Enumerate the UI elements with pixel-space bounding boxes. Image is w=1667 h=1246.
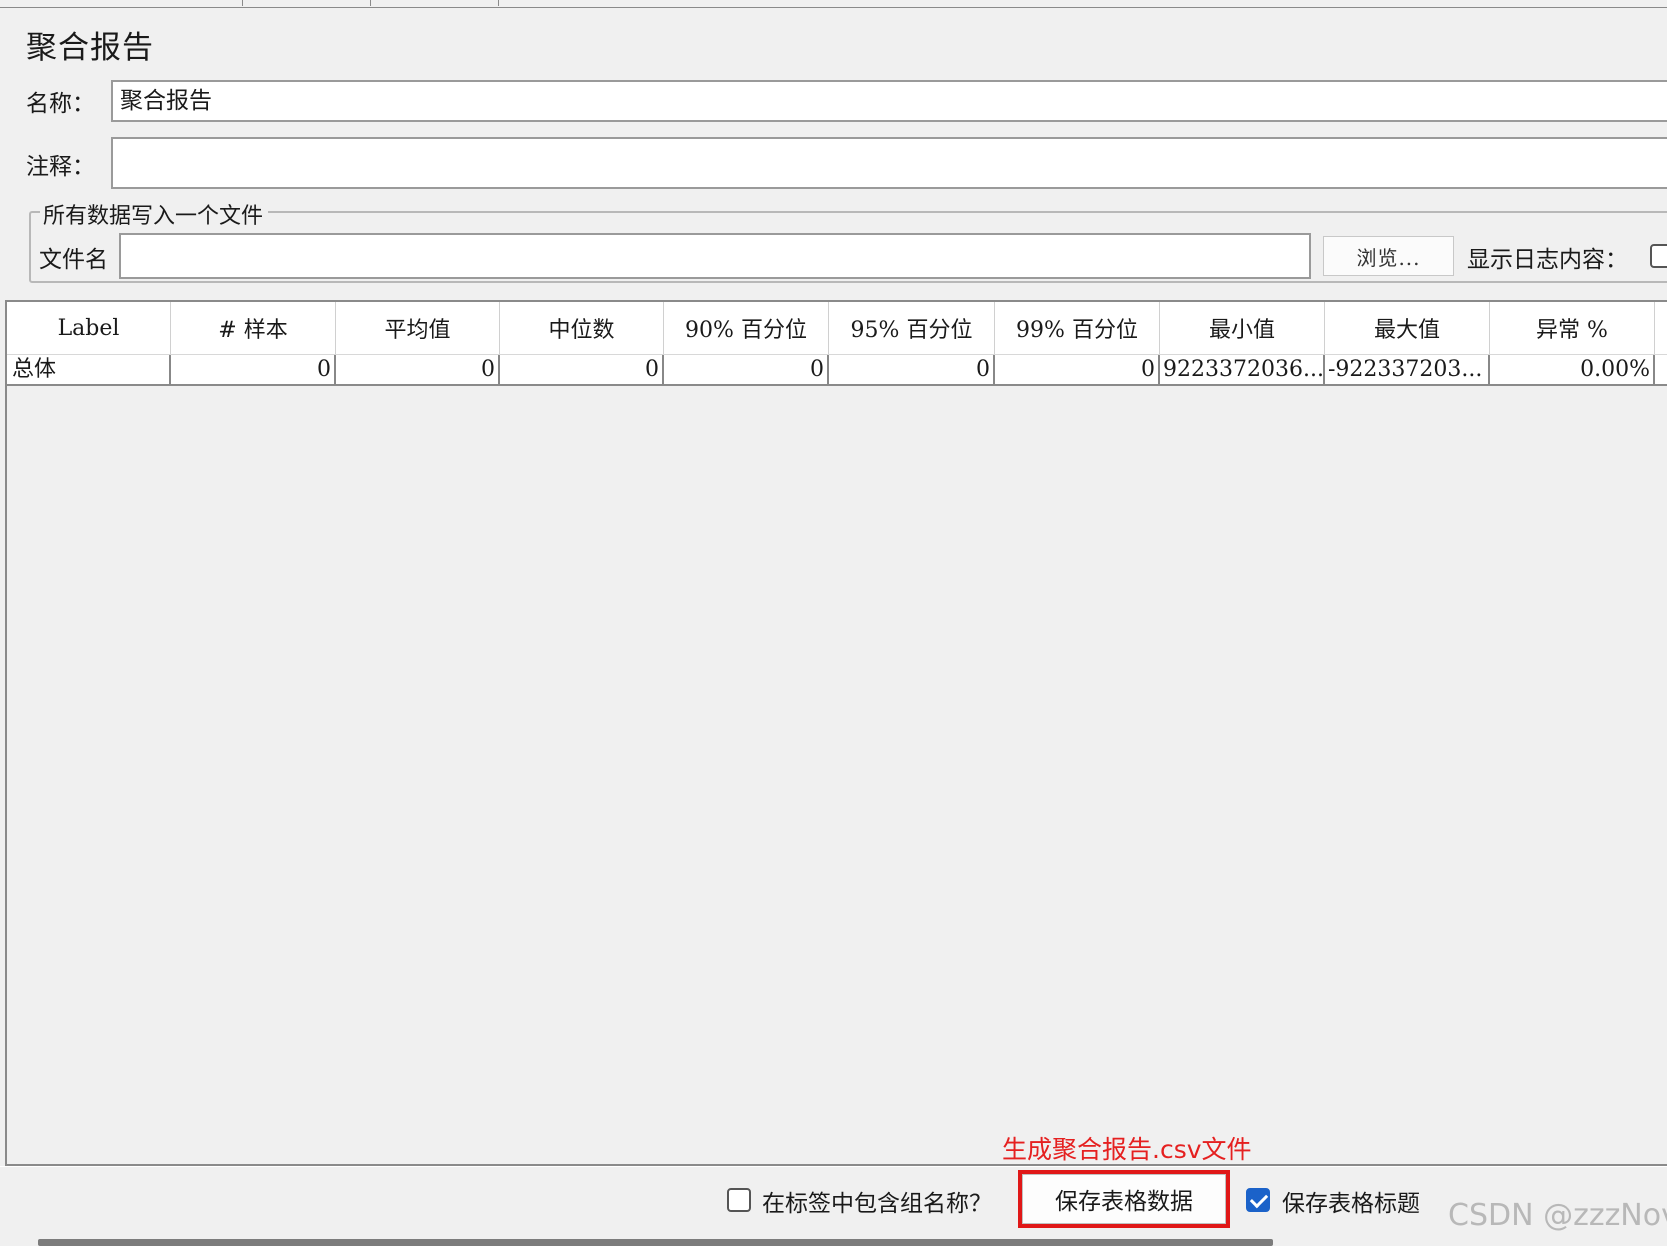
name-input[interactable]: 聚合报告 — [111, 80, 1667, 122]
filename-label: 文件名 — [39, 247, 108, 273]
save-table-header-checkbox[interactable] — [1246, 1188, 1270, 1212]
file-group-legend: 所有数据写入一个文件 — [40, 198, 269, 230]
tab-divider — [498, 0, 499, 6]
save-table-header-label: 保存表格标题 — [1282, 1191, 1420, 1217]
table-row[interactable]: 总体 0 0 0 0 0 0 9223372036... -922337203... 0.00% — [7, 354, 1667, 386]
include-group-name-checkbox[interactable] — [727, 1188, 751, 1212]
column-header[interactable]: 异常 % — [1490, 302, 1655, 354]
horizontal-scrollbar[interactable] — [38, 1239, 1273, 1246]
top-tab-strip — [0, 0, 1667, 8]
include-group-name-label: 在标签中包含组名称？ — [762, 1191, 992, 1217]
column-header[interactable]: # 样本 — [171, 302, 336, 354]
column-header[interactable]: 中位数 — [500, 302, 664, 354]
table-header-row: Label # 样本 平均值 中位数 90% 百分位 95% 百分位 99% 百分位 最小值最… — [7, 302, 1667, 354]
table-cell: 0 — [995, 355, 1160, 385]
name-label: 名称： — [26, 91, 95, 117]
table-cell: 0 — [664, 355, 829, 385]
table-cell: 0 — [336, 355, 500, 385]
table-cell: 0.00% — [1490, 355, 1655, 385]
panel-title: 聚合报告 — [26, 30, 154, 66]
column-header[interactable]: 90% 百分位 — [664, 302, 829, 354]
watermark: CSDN @zzzNov — [1448, 1198, 1667, 1233]
show-log-checkbox[interactable] — [1650, 244, 1667, 268]
tab-divider — [242, 0, 243, 6]
table-cell: 0 — [500, 355, 664, 385]
column-header[interactable]: 99% 百分位 — [995, 302, 1160, 354]
column-header[interactable]: 平均值 — [336, 302, 500, 354]
comment-input[interactable] — [111, 137, 1667, 189]
save-table-data-button[interactable]: 保存表格数据 — [1022, 1174, 1226, 1224]
table-cell: 总体 — [7, 355, 171, 385]
table-cell: 0 — [829, 355, 995, 385]
column-header[interactable]: 最小值 — [1160, 302, 1325, 354]
browse-button[interactable]: 浏览... — [1323, 236, 1454, 276]
tab-divider — [370, 0, 371, 6]
table-cell: -922337203... — [1325, 355, 1490, 385]
aggregate-report-window: 聚合报告 名称： 聚合报告 注释： 所有数据写入一个文件 文件名 浏览... 显… — [0, 0, 1667, 1246]
show-log-label: 显示日志内容： — [1467, 247, 1628, 273]
annotation-text: 生成聚合报告.csv文件 — [1002, 1135, 1252, 1164]
filename-input[interactable] — [119, 233, 1311, 279]
comment-label: 注释： — [26, 154, 95, 180]
table-cell: 9223372036... — [1160, 355, 1325, 385]
column-header[interactable]: Label — [7, 302, 171, 354]
column-header[interactable]: 95% 百分位 — [829, 302, 995, 354]
table-cell: 0 — [171, 355, 336, 385]
results-table[interactable]: Label # 样本 平均值 中位数 90% 百分位 95% 百分位 99% 百分位 最小值最… — [5, 300, 1667, 1166]
column-header[interactable]: 最大值 — [1325, 302, 1490, 354]
